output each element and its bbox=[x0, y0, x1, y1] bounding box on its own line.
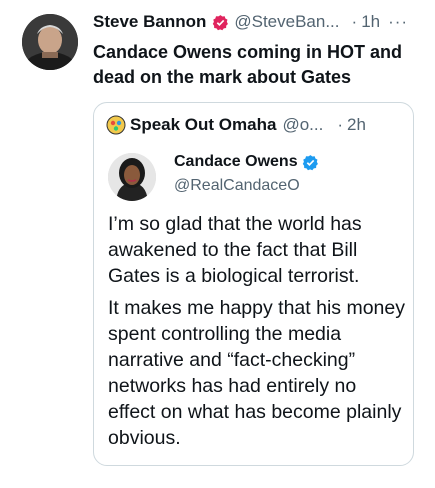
quoted-tweet[interactable]: Speak Out Omaha @o... · 2h Candace Owens… bbox=[93, 102, 414, 466]
quoted-author-avatar bbox=[106, 115, 126, 135]
embedded-tweet-text: I’m so glad that the world has awakened … bbox=[108, 211, 408, 457]
embedded-author-handle: @RealCandaceO bbox=[174, 177, 300, 194]
embedded-name-row: Candace Owens bbox=[174, 153, 319, 171]
author-handle[interactable]: @SteveBan... bbox=[234, 12, 339, 32]
embedded-paragraph: I’m so glad that the world has awakened … bbox=[108, 213, 362, 287]
embedded-author-avatar bbox=[108, 153, 156, 201]
verified-badge-blue-icon bbox=[302, 154, 319, 171]
more-horizontal-icon[interactable]: ··· bbox=[388, 12, 408, 32]
tweet-text: Candace Owens coming in HOT and dead on … bbox=[93, 42, 403, 87]
separator-dot: · bbox=[337, 115, 343, 134]
quoted-tweet-time[interactable]: 2h bbox=[347, 115, 366, 135]
quoted-author-handle[interactable]: @o... bbox=[282, 115, 323, 135]
quoted-author-name[interactable]: Speak Out Omaha bbox=[130, 115, 276, 135]
embedded-paragraph: It makes me happy that his money spent c… bbox=[108, 297, 405, 449]
tweet-time[interactable]: 1h bbox=[361, 12, 380, 32]
tweet-header: Steve Bannon @SteveBan... · 1h ··· bbox=[93, 10, 423, 34]
separator-dot: · bbox=[351, 12, 358, 31]
author-avatar[interactable] bbox=[22, 14, 78, 70]
author-name[interactable]: Steve Bannon bbox=[93, 12, 206, 32]
verified-badge-red-icon bbox=[212, 14, 229, 31]
quoted-tweet-header: Speak Out Omaha @o... · 2h bbox=[106, 113, 406, 137]
embedded-author-name: Candace Owens bbox=[174, 153, 298, 170]
